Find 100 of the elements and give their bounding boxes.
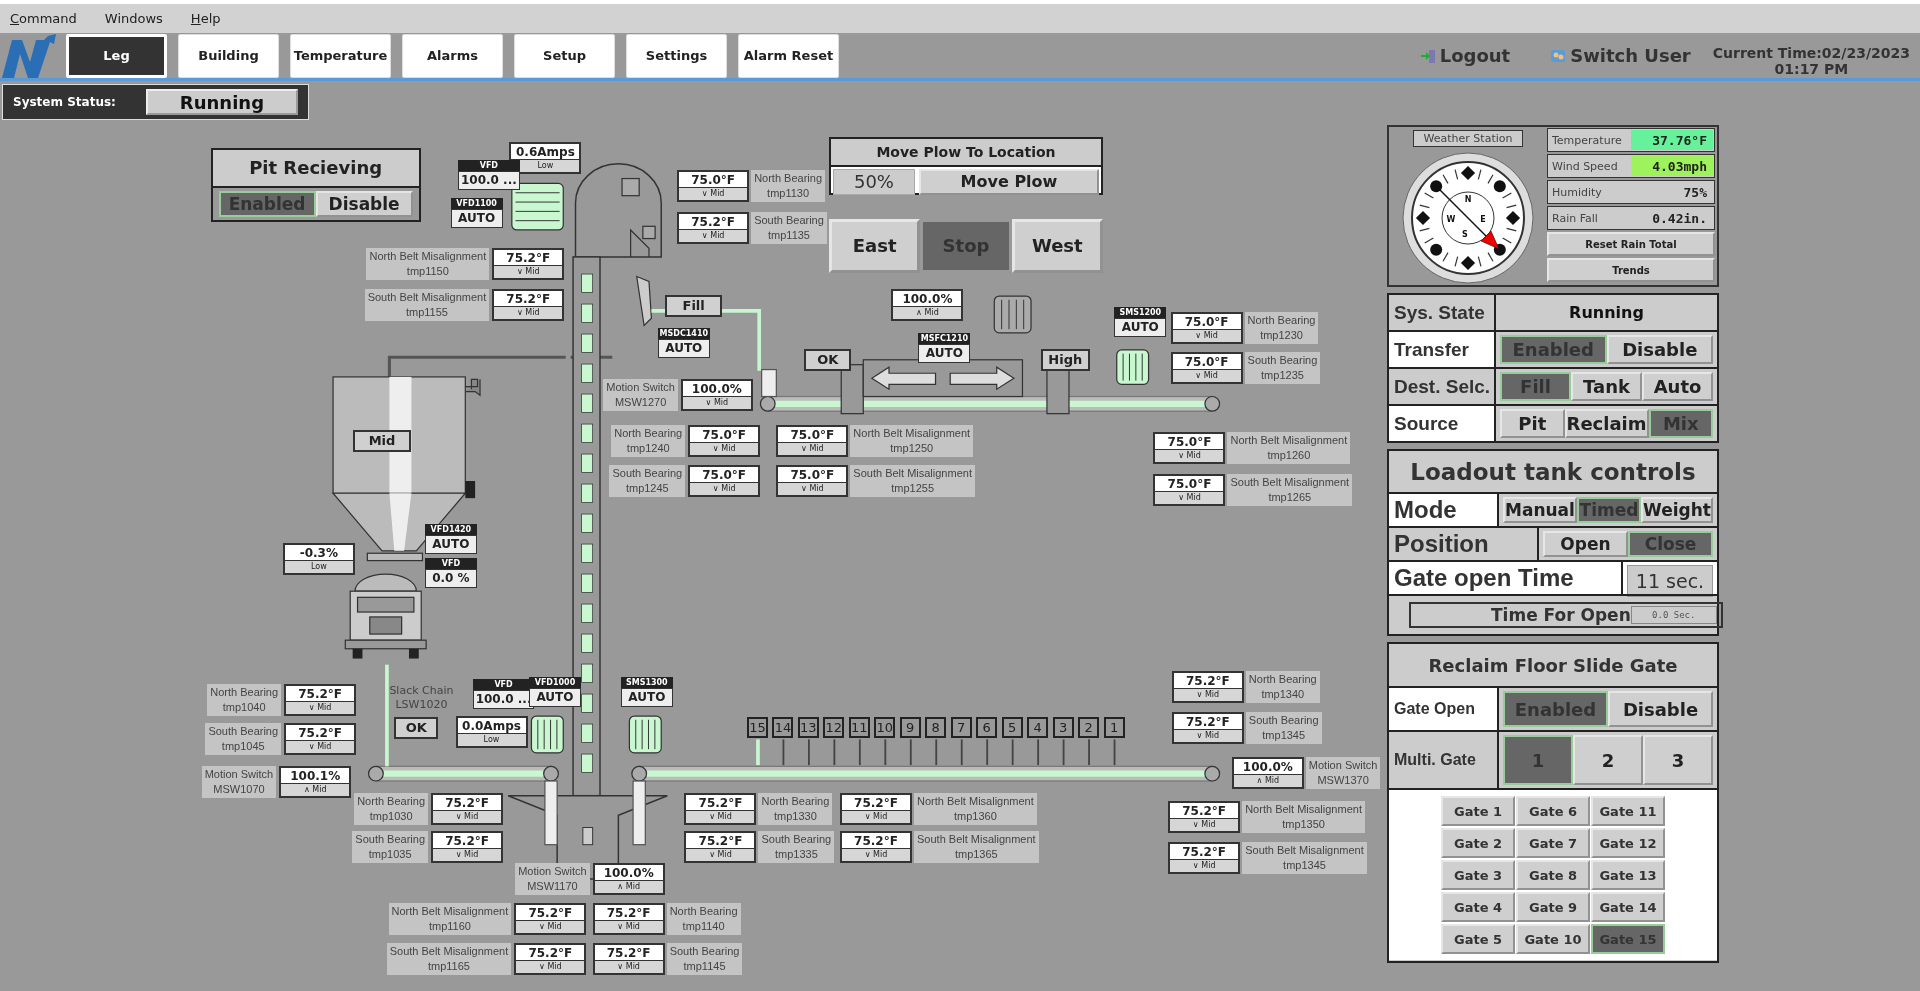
level-band: Low [455,734,528,749]
value-readout: 75.2°F [677,211,750,230]
option-button[interactable]: Auto [1642,372,1713,401]
sensor-tag: tmp1165 [428,958,470,974]
option-button[interactable]: Disable [1606,335,1713,364]
option-button[interactable]: Gate 10 [1516,924,1590,954]
value-readout: 75.2°F [431,793,504,812]
time-field[interactable]: 11 sec. [1627,565,1713,597]
sensor-tag: tmp1035 [368,847,412,863]
option-button[interactable]: 2 [1573,735,1643,785]
option-button[interactable]: Gate 7 [1516,828,1590,858]
option-button[interactable]: East [829,218,921,273]
nav-tab[interactable]: Settings [626,33,727,78]
option-button[interactable]: Gate 5 [1441,924,1515,954]
gate-number: 13 [797,717,819,739]
drive-tag: SMS1200 [1114,307,1167,319]
row-label: Gate Open [1389,688,1499,730]
option-button[interactable]: Gate 14 [1591,892,1665,922]
value-readout: 75.0°F [1153,473,1226,492]
option-button[interactable]: Gate 12 [1591,828,1665,858]
value-readout: 75.0°F [1170,352,1243,371]
option-button[interactable]: Gate 6 [1516,796,1590,826]
switch-user-button[interactable]: Switch User [1550,45,1691,66]
option-button[interactable]: West [1011,218,1103,273]
sensor-tag: tmp1265 [1268,489,1312,505]
sensor-name: North Bearing [1248,671,1317,687]
nav-tab[interactable]: Setup [514,33,615,78]
option-button[interactable]: Open [1543,531,1628,557]
nav-tab[interactable]: Alarms [402,33,503,78]
option-button[interactable]: Disable [315,190,413,217]
plow-position-field[interactable]: 50% [833,168,915,195]
sensor-name: North Belt Misalignment [917,794,1034,810]
motor-icon [511,182,564,231]
weather-button[interactable]: Reset Rain Total [1547,232,1715,256]
option-button[interactable]: Gate 9 [1516,892,1590,922]
level-band: ∨ Mid [684,849,757,864]
sensor-name: Motion Switch [1308,757,1378,773]
nav-tab[interactable]: Alarm Reset [738,33,839,78]
sensor-tag: tmp1245 [625,481,669,497]
option-button[interactable]: Gate 2 [1441,828,1515,858]
move-plow-button[interactable]: Move Plow [919,168,1099,195]
switch-name: Slack Chain [389,684,454,699]
nav-tab[interactable]: Leg [66,33,167,78]
drive-tag: VFD1100 [450,198,503,210]
drive-value: AUTO [620,687,673,707]
menu-item[interactable]: Command [10,11,77,26]
sensor-name: North Bearing [210,685,279,701]
option-button[interactable]: Weight [1641,497,1713,523]
menu-item[interactable]: Windows [104,11,163,26]
sensor-name: South Belt Misalignment [917,832,1036,848]
option-button[interactable]: 3 [1643,735,1713,785]
sensor-name: North Belt Misalignment [369,249,487,265]
value-readout: 75.2°F [592,903,665,922]
option-button[interactable]: Pit [1500,409,1565,438]
panel-title: Weather Station [1412,130,1524,147]
value-readout: 75.2°F [492,288,565,307]
option-button[interactable]: Manual [1503,497,1577,523]
value-readout: 75.2°F [1171,712,1244,731]
weather-button[interactable]: Trends [1547,258,1715,282]
level-band: ∨ Mid [431,811,504,826]
sensor-name: Motion Switch [518,864,587,880]
option-button[interactable]: Gate 4 [1441,892,1515,922]
current-time: 01:17 PM [1774,60,1849,77]
option-button[interactable]: Gate 8 [1516,860,1590,890]
logout-button[interactable]: Logout [1419,45,1511,66]
nav-tab[interactable]: Building [178,33,279,78]
value-readout: 75.2°F [684,831,757,850]
value-readout: 0.0Amps [455,716,528,735]
level-band: ∨ Mid [1168,860,1241,875]
level-band: ∨ Mid [514,921,587,936]
value-readout: 75.2°F [1171,670,1244,689]
option-button[interactable]: Gate 13 [1591,860,1665,890]
menu-item[interactable]: Help [190,11,221,26]
option-button[interactable]: Gate 3 [1441,860,1515,890]
level-band: Low [282,561,355,576]
drive-tag: SMS1300 [620,676,673,688]
level-band: ∨ Mid [431,849,504,864]
level-band: ∨ Mid [592,921,665,936]
level-band: ∨ Mid [1153,450,1226,464]
row-label: Transfer [1389,332,1496,367]
value-readout: 75.0°F [1153,432,1226,450]
chute-pipe [632,780,646,846]
option-button[interactable]: Gate 11 [1591,796,1665,826]
sensor-name: South Bearing [1248,713,1319,729]
option-button[interactable]: Gate 1 [1441,796,1515,826]
gate-number: 5 [1001,717,1023,739]
sensor-name: South Bearing [754,212,824,228]
chute-pipe [544,780,558,846]
nav-tab[interactable]: Temperature [290,33,391,78]
option-button[interactable]: Disable [1608,691,1713,727]
level-band: ∨ Mid [680,397,753,412]
option-button[interactable]: Tank [1571,372,1642,401]
gate-number: 15 [746,717,768,739]
drive-value: 100.0 ... [457,171,520,191]
drive-tag: VFD [457,160,520,172]
status-label: System Status: [13,95,116,109]
option-button[interactable]: Reclaim [1564,409,1649,438]
gate-number: 8 [925,717,947,739]
sensor-tag: tmp1330 [774,809,817,825]
gate-number: 2 [1078,717,1100,739]
